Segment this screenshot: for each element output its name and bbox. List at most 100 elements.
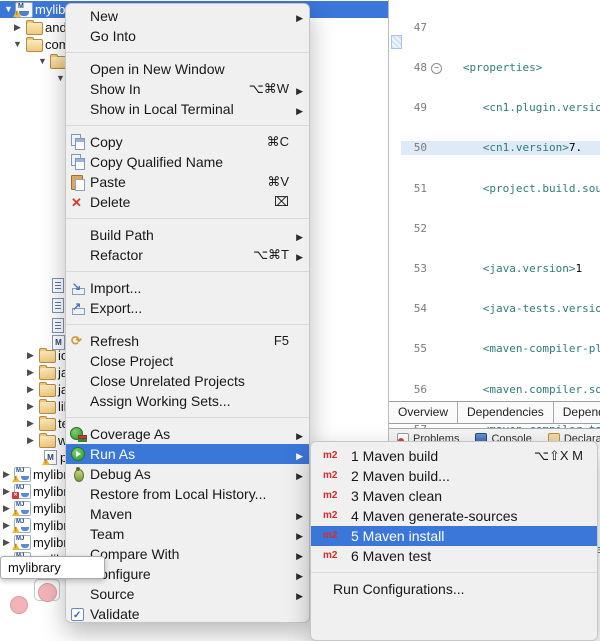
m2-maven-icon: m2 xyxy=(323,470,338,481)
code-line: 47 xyxy=(413,20,427,34)
warning-badge-icon xyxy=(12,543,20,550)
submenu-arrow-icon xyxy=(296,79,303,101)
menu-item-assign-working-sets[interactable]: Assign Working Sets... xyxy=(66,391,309,411)
folder-icon xyxy=(39,348,56,363)
expand-arrow-icon[interactable] xyxy=(27,401,34,412)
menu-item-restore-from-local-history[interactable]: Restore from Local History... xyxy=(66,484,309,504)
tab-overview[interactable]: Overview xyxy=(389,402,459,423)
submenu-item-run-configurations[interactable]: Run Configurations... xyxy=(311,579,597,599)
menu-separator xyxy=(66,417,309,418)
m2-maven-icon: m2 xyxy=(323,530,338,541)
submenu-arrow-icon xyxy=(296,225,303,247)
menu-item-refactor[interactable]: Refactor ⌥⌘T xyxy=(66,245,309,265)
submenu-item-maven-generate-sources[interactable]: m2 4 Maven generate-sources xyxy=(311,506,597,526)
submenu-arrow-icon xyxy=(296,524,303,546)
file-icon xyxy=(52,318,64,333)
submenu-item-maven-clean[interactable]: m2 3 Maven clean xyxy=(311,486,597,506)
expand-arrow-icon[interactable] xyxy=(3,537,10,548)
tab-dependencies[interactable]: Dependencies xyxy=(458,402,554,423)
menu-item-show-in[interactable]: Show In ⌥⌘W xyxy=(66,79,309,99)
menu-item-validate[interactable]: Validate xyxy=(66,604,309,626)
expand-arrow-icon[interactable] xyxy=(56,73,65,83)
expand-arrow-icon[interactable] xyxy=(3,469,10,480)
paste-icon xyxy=(70,174,87,191)
error-badge-icon: ✕ xyxy=(12,492,19,499)
file-icon xyxy=(52,298,64,313)
menu-item-debug-as[interactable]: Debug As xyxy=(66,464,309,484)
menu-item-source[interactable]: Source xyxy=(66,584,309,604)
run-as-submenu: m2 1 Maven build ⌥⇧X M m2 2 Maven build... … xyxy=(310,441,598,641)
menu-item-build-path[interactable]: Build Path xyxy=(66,225,309,245)
code-line: 55 <maven-compiler-plug xyxy=(413,342,600,356)
menu-item-maven[interactable]: Maven xyxy=(66,504,309,524)
expand-arrow-icon[interactable] xyxy=(27,418,34,429)
menu-separator xyxy=(66,218,309,219)
file-icon xyxy=(52,278,64,293)
menu-separator xyxy=(66,324,309,325)
expand-arrow-icon[interactable] xyxy=(27,435,34,446)
menu-item-close-unrelated-projects[interactable]: Close Unrelated Projects xyxy=(66,371,309,391)
menu-item-run-as[interactable]: Run As xyxy=(66,444,309,464)
submenu-item-maven-install[interactable]: m2 5 Maven install xyxy=(311,526,597,546)
expand-arrow-icon[interactable] xyxy=(3,486,10,497)
delete-icon xyxy=(70,193,87,213)
expand-arrow-icon[interactable] xyxy=(27,350,34,361)
expand-arrow-icon[interactable] xyxy=(13,39,22,49)
expand-arrow-icon[interactable] xyxy=(27,367,34,378)
submenu-item-maven-build[interactable]: m2 1 Maven build ⌥⇧X M xyxy=(311,446,597,466)
import-icon xyxy=(70,277,87,297)
menu-item-export[interactable]: Export... xyxy=(66,297,309,318)
submenu-arrow-icon xyxy=(296,464,303,486)
tab-dependency-hierarchy[interactable]: Dependency Hierarchy xyxy=(553,402,600,423)
submenu-arrow-icon xyxy=(296,99,303,121)
menu-item-copy-qualified-name[interactable]: Copy Qualified Name xyxy=(66,152,309,172)
code-line: 54 <java-tests.version> xyxy=(413,302,600,316)
refresh-icon xyxy=(70,331,87,351)
expand-arrow-icon[interactable] xyxy=(14,22,21,33)
validate-icon xyxy=(70,606,87,626)
m2-maven-icon: m2 xyxy=(323,510,338,521)
folder-icon xyxy=(39,416,56,431)
project-context-menu: New Go Into Open in New Window Show In⌥⌘… xyxy=(65,3,310,626)
menu-item-new[interactable]: New xyxy=(66,6,309,26)
code-line: 51 <project.build.sourc xyxy=(413,181,600,195)
fold-minus-icon[interactable] xyxy=(429,61,443,75)
export-icon xyxy=(70,297,87,317)
submenu-arrow-icon xyxy=(296,245,303,267)
menu-separator xyxy=(66,271,309,272)
pom-editor-tabs: Overview Dependencies Dependency Hierarc… xyxy=(389,401,600,424)
run-as-icon xyxy=(70,446,87,462)
expand-arrow-icon[interactable] xyxy=(27,384,34,395)
tooltip: mylibrary xyxy=(0,556,105,579)
warning-badge-icon xyxy=(12,509,20,516)
warning-badge-icon xyxy=(12,475,20,482)
copy-qualified-name-icon xyxy=(70,154,87,170)
menu-item-team[interactable]: Team xyxy=(66,524,309,544)
submenu-arrow-icon xyxy=(296,564,303,586)
menu-item-paste[interactable]: Paste ⌘V xyxy=(66,172,309,192)
expand-arrow-icon[interactable] xyxy=(38,56,47,66)
submenu-item-maven-test[interactable]: m2 6 Maven test xyxy=(311,546,597,566)
expand-arrow-icon[interactable] xyxy=(3,520,10,531)
warning-badge-icon xyxy=(13,10,21,17)
menu-item-close-project[interactable]: Close Project xyxy=(66,351,309,371)
folder-icon xyxy=(26,37,43,52)
menu-item-refresh[interactable]: RefreshF5 xyxy=(66,331,309,351)
folder-icon xyxy=(39,365,56,380)
submenu-arrow-icon xyxy=(296,504,303,526)
expand-arrow-icon[interactable] xyxy=(4,4,13,14)
menu-item-coverage-as[interactable]: Coverage As xyxy=(66,424,309,444)
partial-red-button-icon xyxy=(10,596,28,614)
menu-item-go-into[interactable]: Go Into xyxy=(66,26,309,46)
submenu-item-maven-build-dialog[interactable]: m2 2 Maven build... xyxy=(311,466,597,486)
menu-item-copy[interactable]: Copy ⌘C xyxy=(66,132,309,152)
menu-item-delete[interactable]: Delete⌧ xyxy=(66,192,309,213)
partial-red-button-icon xyxy=(38,583,57,602)
submenu-arrow-icon xyxy=(296,544,303,566)
menu-item-import[interactable]: Import... xyxy=(66,277,309,298)
expand-arrow-icon[interactable] xyxy=(3,503,10,514)
code-line: 49 <cn1.plugin.version> xyxy=(413,101,600,115)
code-line: 56 <maven.compiler.sour xyxy=(413,382,600,396)
menu-item-show-in-local-terminal[interactable]: Show in Local Terminal xyxy=(66,99,309,119)
menu-item-open-in-new-window[interactable]: Open in New Window xyxy=(66,59,309,79)
